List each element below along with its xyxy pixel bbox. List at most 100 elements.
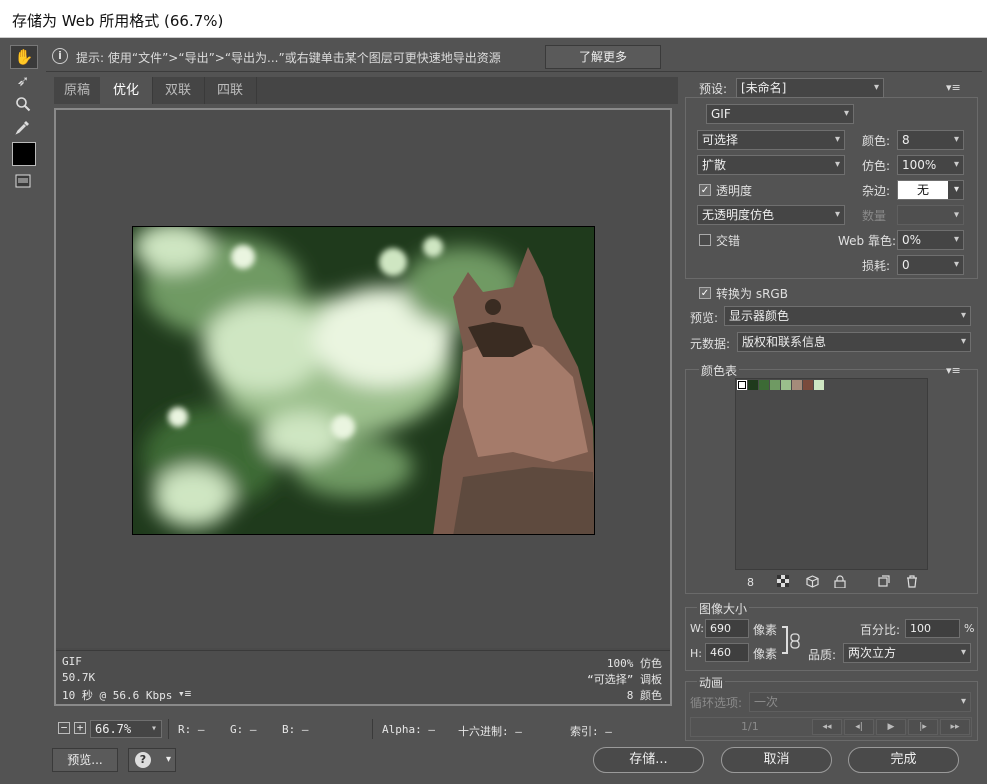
height-input[interactable]: 460 [705,643,749,662]
color-table-swatch[interactable] [814,380,824,390]
slice-select-tool-icon[interactable]: ➶ [10,70,36,92]
percent-label: 百分比: [860,623,901,637]
lossy-select[interactable]: 0 ▾ [897,255,964,275]
web-snap-label: Web 靠色: [838,234,897,248]
info-format: GIF [62,655,82,668]
new-color-icon[interactable] [878,575,890,590]
percent-unit: % [964,622,975,635]
colors-select[interactable]: 8 ▾ [897,130,964,150]
color-table[interactable] [735,378,928,570]
matte-select[interactable]: 无 ▾ [897,180,964,200]
width-input[interactable]: 690 [705,619,749,638]
matte-label: 杂边: [862,184,891,198]
dither-label: 仿色: [862,159,891,173]
matte-value: 无 [898,181,948,199]
status-alpha: Alpha: — [382,723,435,736]
interlace-checkbox[interactable] [699,234,711,246]
color-count: 8 [747,576,754,589]
quality-select[interactable]: 两次立方 ▾ [843,643,971,663]
color-table-swatch[interactable] [792,380,802,390]
tab-2-up[interactable]: 双联 [152,77,205,104]
eyedropper-tool-icon[interactable] [10,116,36,138]
constrain-bracket [782,626,788,654]
color-table-title: 颜色表 [699,362,740,379]
color-table-swatch[interactable] [770,380,780,390]
link-chain-icon[interactable] [790,633,800,652]
status-bar: − + 66.7% ▾ R: — G: — B: — Alpha: — 十六进制:… [54,717,680,741]
trash-icon[interactable] [906,575,918,591]
browser-preview-button[interactable]: ? ▾ [128,748,176,772]
color-table-swatch[interactable] [748,380,758,390]
height-label: H: [690,647,702,660]
metadata-select[interactable]: 版权和联系信息 ▾ [737,332,971,352]
zoom-tool-icon[interactable] [10,93,36,115]
color-table-swatch[interactable] [803,380,813,390]
status-index: 索引: — [570,725,612,738]
window-title: 存储为 Web 所用格式 (66.7%) [12,12,224,30]
transparency-checkbox[interactable]: ✓ [699,184,711,196]
zoom-out-icon[interactable]: − [58,722,70,734]
preset-label: 预设: [699,82,728,96]
color-table-swatch[interactable] [759,380,769,390]
convert-srgb-label: 转换为 sRGB [716,287,788,301]
info-download-time: 10 秒 @ 56.6 Kbps [62,689,173,702]
previous-frame-icon[interactable]: ◂| [844,719,874,735]
learn-more-button[interactable]: 了解更多 [545,45,661,69]
web-snap-select[interactable]: 0% ▾ [897,230,964,250]
color-table-swatch[interactable] [737,380,747,390]
format-select[interactable]: GIF ▾ [706,104,854,124]
preview-button[interactable]: 预览... [52,748,118,772]
status-r: R: — [178,723,205,736]
height-unit: 像素 [753,647,778,661]
cancel-button[interactable]: 取消 [721,747,832,773]
info-palette: “可选择” 调板 [587,673,662,686]
transparency-dither-select[interactable]: 无透明度仿色 ▾ [697,205,845,225]
dither-algorithm-select[interactable]: 扩散 ▾ [697,155,845,175]
done-button[interactable]: 完成 [848,747,959,773]
hand-tool-icon[interactable]: ✋ [10,45,38,69]
info-colors: 8 颜色 [626,689,662,702]
view-tabs: 原稿 优化 双联 四联 [54,77,678,104]
tab-optimized[interactable]: 优化 [100,77,153,104]
status-hex: 十六进制: — [458,725,522,738]
loop-select: 一次 ▾ [749,692,971,712]
chevron-down-icon: ▾ [165,754,171,765]
reduction-select[interactable]: 可选择 ▾ [697,130,845,150]
next-frame-icon[interactable]: |▸ [908,719,938,735]
download-speed-menu-icon[interactable]: ▾≡ [178,687,191,700]
percent-input[interactable]: 100 [905,619,960,638]
quality-label: 品质: [808,648,837,662]
save-button[interactable]: 存储... [593,747,704,773]
lock-icon[interactable] [834,575,846,591]
cube-icon[interactable] [806,575,819,591]
tab-4-up[interactable]: 四联 [204,77,257,104]
transparency-label: 透明度 [716,184,753,198]
animation-title: 动画 [697,674,726,691]
zoom-select[interactable]: 66.7% ▾ [90,720,162,738]
title-bar: 存储为 Web 所用格式 (66.7%) [0,0,987,38]
web-shift-icon[interactable] [777,575,789,590]
eyedropper-color-swatch[interactable] [12,142,36,166]
info-size: 50.7K [62,671,96,684]
tab-original[interactable]: 原稿 [54,77,101,104]
preset-select[interactable]: [未命名] ▾ [736,78,884,98]
dither-amount-select[interactable]: 100% ▾ [897,155,964,175]
interlace-label: 交错 [716,234,741,248]
toggle-slices-icon[interactable] [10,170,36,192]
info-dither: 100% 仿色 [606,657,662,670]
amount-select: ▾ [897,205,964,225]
zoom-in-icon[interactable]: + [74,722,86,734]
last-frame-icon[interactable]: ▸▸ [940,719,970,735]
convert-srgb-checkbox[interactable]: ✓ [699,287,711,299]
divider [168,719,169,739]
color-table-swatch[interactable] [781,380,791,390]
lossy-label: 损耗: [862,259,891,273]
width-unit: 像素 [753,623,778,637]
optimize-menu-icon[interactable]: ▾≡ [946,81,961,94]
play-icon[interactable]: ▶ [876,719,906,735]
width-label: W: [690,622,704,635]
color-table-menu-icon[interactable]: ▾≡ [946,364,961,377]
first-frame-icon[interactable]: ◂◂ [812,719,842,735]
loop-label: 循环选项: [690,696,743,710]
preview-color-select[interactable]: 显示器颜色 ▾ [724,306,971,326]
